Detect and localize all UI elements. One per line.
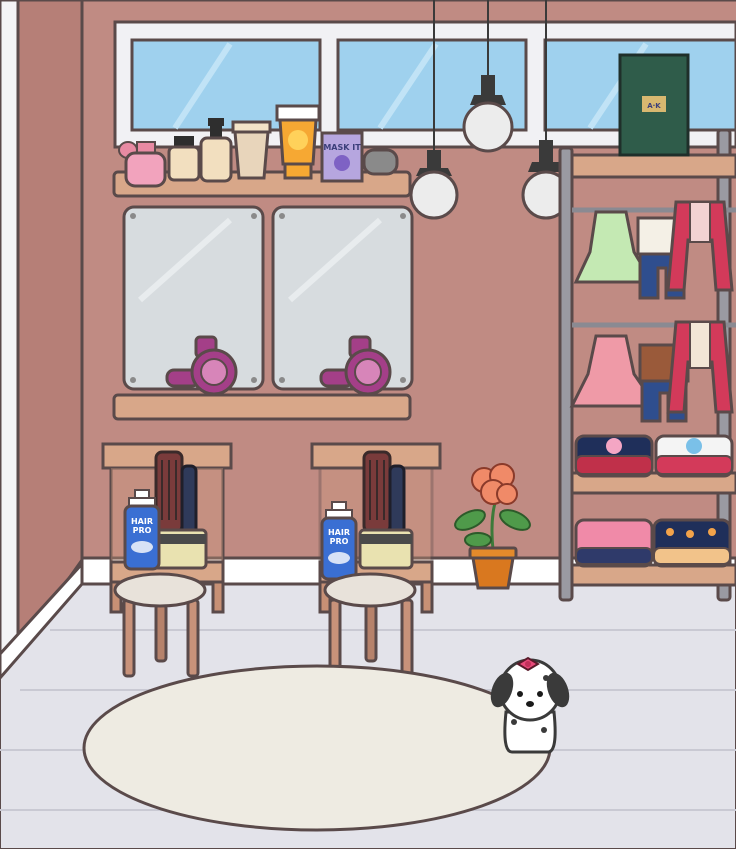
folded-shirts-stack-4[interactable] (652, 518, 732, 568)
storage-box-label: A·K (647, 102, 661, 110)
left-wall (0, 0, 84, 662)
folded-shirts-stack-2[interactable] (654, 434, 734, 478)
mirror-right[interactable] (271, 205, 414, 391)
stool-right[interactable] (323, 572, 417, 678)
storage-box[interactable]: A·K (618, 53, 690, 157)
hair-spray-label-line2: PRO (133, 526, 152, 535)
hair-spray-label-line2: PRO (330, 537, 349, 546)
hair-spray-bottle-right[interactable]: HAIR PRO (320, 501, 358, 581)
comb-icon[interactable] (388, 464, 406, 538)
cream-tube[interactable] (231, 120, 272, 180)
tool-cup-right (358, 528, 414, 570)
mirror-shelf (112, 393, 412, 421)
mask-box[interactable]: MASK IT (320, 131, 364, 183)
hair-spray-label-line1: HAIR (328, 528, 350, 537)
tool-cup-left (152, 528, 208, 570)
folded-shirts-stack-3[interactable] (574, 518, 654, 568)
hair-spray-label-line1: HAIR (131, 517, 153, 526)
round-rug[interactable] (82, 664, 552, 832)
hair-tie[interactable] (362, 148, 399, 176)
folded-shirts-stack-1[interactable] (574, 434, 654, 478)
mask-box-label: MASK IT (323, 143, 361, 152)
stool-left[interactable] (113, 572, 207, 678)
salon-room-scene: MASK IT HAIR PRO HAIR PRO A·K (0, 0, 736, 849)
brush-icon[interactable] (362, 450, 392, 534)
hair-spray-bottle-left[interactable]: HAIR PRO (123, 489, 161, 571)
comb-icon[interactable] (180, 464, 198, 538)
